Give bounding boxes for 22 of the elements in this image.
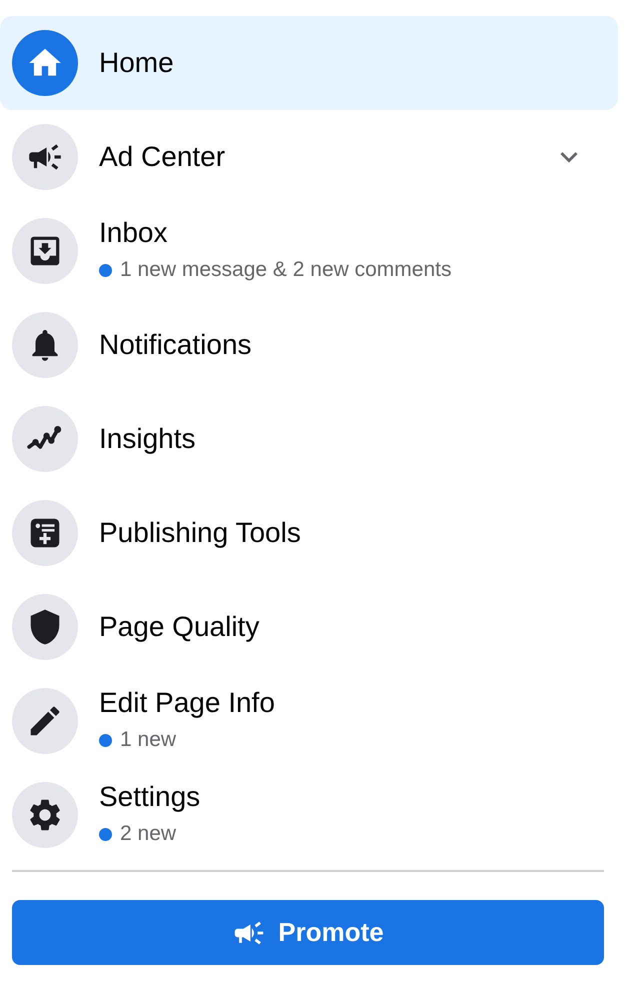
- menu-label: Inbox: [99, 216, 168, 250]
- menu-label: Page Quality: [99, 610, 260, 644]
- menu-item[interactable]: Notifications: [0, 298, 618, 392]
- menu-label: Publishing Tools: [99, 516, 302, 550]
- promote-button[interactable]: Promote: [12, 900, 604, 965]
- menu-subtitle: 1 new message & 2 new comments: [120, 257, 452, 284]
- menu-item[interactable]: Edit Page Info 1 new: [0, 674, 618, 768]
- menu-item[interactable]: Page Quality: [0, 580, 618, 674]
- menu-item[interactable]: Insights: [0, 392, 618, 486]
- menu-item[interactable]: Inbox 1 new message & 2 new comments: [0, 204, 618, 298]
- menu-label: Insights: [99, 422, 196, 456]
- menu-item[interactable]: Settings 2 new: [0, 768, 618, 862]
- menu-item[interactable]: Home: [0, 16, 618, 110]
- menu-subtitle: 2 new: [120, 821, 176, 848]
- menu-label: Ad Center: [99, 140, 226, 174]
- menu-item[interactable]: Publishing Tools: [0, 486, 618, 580]
- menu-subtitle: 1 new: [120, 727, 176, 754]
- menu-label: Edit Page Info: [99, 686, 276, 720]
- menu-label: Settings: [99, 780, 202, 814]
- menu-label: Home: [99, 46, 175, 80]
- menu-label: Notifications: [99, 328, 253, 362]
- menu-item[interactable]: Ad Center: [0, 110, 618, 204]
